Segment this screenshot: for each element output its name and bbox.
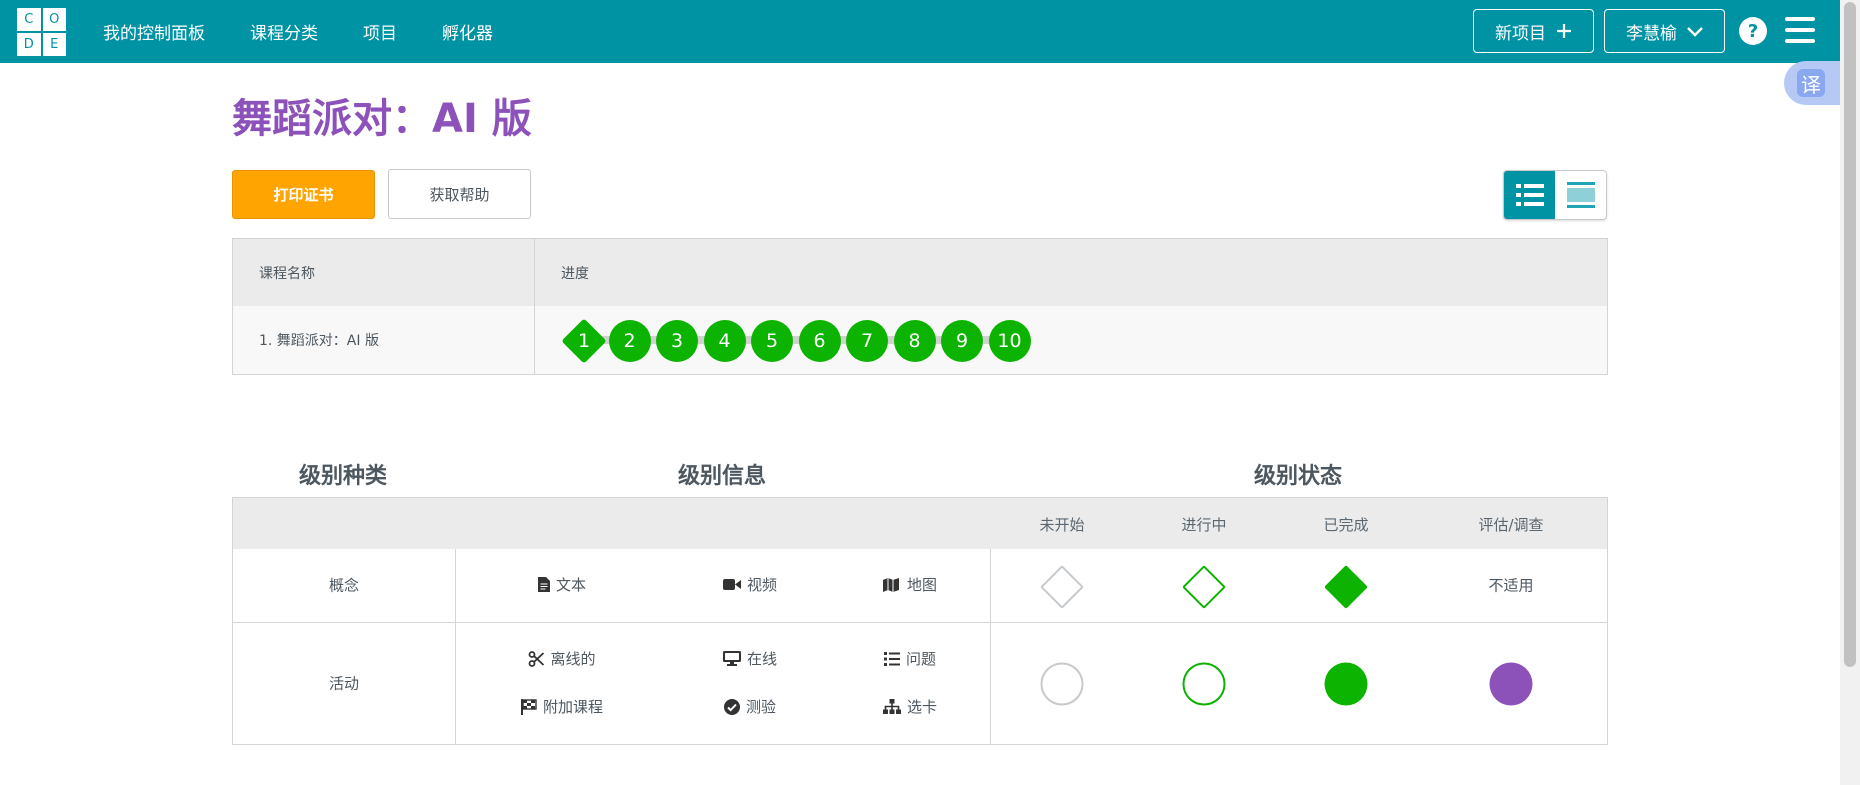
main-nav: 我的控制面板 课程分类 项目 孵化器 <box>103 0 538 63</box>
level-info-online: 在线 <box>722 648 777 669</box>
logo-letter: C <box>17 8 41 31</box>
summary-view-button[interactable] <box>1555 171 1606 219</box>
flag-checkered-icon <box>520 698 537 715</box>
level-number: 1 <box>577 330 591 352</box>
level-bubble-1[interactable]: 1 <box>561 318 607 364</box>
translate-widget[interactable]: 译 <box>1784 61 1840 105</box>
translate-icon: 译 <box>1797 69 1825 97</box>
level-info-choice: 选卡 <box>882 696 937 717</box>
level-info-text: 文本 <box>537 574 586 595</box>
scrollbar-thumb[interactable] <box>1844 2 1856 667</box>
print-certificate-button[interactable]: 打印证书 <box>232 170 375 219</box>
level-info-question: 问题 <box>883 648 936 669</box>
plus-icon <box>1557 24 1571 38</box>
hamburger-menu-icon[interactable] <box>1785 17 1815 43</box>
nav-link-incubator[interactable]: 孵化器 <box>442 19 493 44</box>
list-icon <box>883 651 900 666</box>
top-navigation-bar: C O D E 我的控制面板 课程分类 项目 孵化器 新项目 李慧榆 ? <box>0 0 1840 63</box>
lesson-name[interactable]: 1. 舞蹈派对：AI 版 <box>233 306 535 374</box>
nav-link-course-catalog[interactable]: 课程分类 <box>250 19 318 44</box>
vertical-scrollbar[interactable] <box>1840 0 1860 785</box>
logo-letter: E <box>42 33 66 56</box>
table-header-row: 课程名称 进度 <box>233 239 1607 306</box>
activity-assessment-circle <box>1489 662 1533 706</box>
concept-completed-diamond <box>1324 565 1368 609</box>
lesson-progress-cell: 1 2 3 4 5 6 7 8 9 10 <box>535 306 1607 374</box>
new-project-button[interactable]: 新项目 <box>1473 9 1594 53</box>
list-summary-icon <box>1566 182 1595 208</box>
logo-letter: O <box>42 8 66 31</box>
chevron-down-icon <box>1687 27 1703 37</box>
nav-link-projects[interactable]: 项目 <box>363 19 397 44</box>
logo-letter: D <box>17 33 41 56</box>
level-info-quiz: 测验 <box>723 696 776 717</box>
table-row: 1. 舞蹈派对：AI 版 1 2 3 4 5 6 7 8 9 10 <box>233 306 1607 374</box>
level-info-video: 视频 <box>722 574 777 595</box>
video-icon <box>722 579 741 590</box>
document-icon <box>537 577 550 592</box>
level-bubble-10[interactable]: 10 <box>988 320 1031 362</box>
level-info-bonus: 附加课程 <box>520 696 603 717</box>
level-legend-table: 未开始 进行中 已完成 评估/调查 概念 文本 视频 地图 不适用 活动 离线的… <box>232 497 1608 745</box>
level-bubble-5[interactable]: 5 <box>751 320 793 362</box>
status-in-progress: 进行中 <box>1181 516 1227 534</box>
level-bubble-9[interactable]: 9 <box>941 320 983 362</box>
map-icon <box>882 577 899 592</box>
view-toggle <box>1503 170 1607 220</box>
user-name: 李慧榆 <box>1626 23 1677 44</box>
level-bubble-6[interactable]: 6 <box>798 320 841 362</box>
new-project-label: 新项目 <box>1495 23 1546 44</box>
level-info-unplugged: 离线的 <box>528 648 596 669</box>
level-bubble-3[interactable]: 3 <box>656 320 698 362</box>
help-icon[interactable]: ? <box>1739 17 1767 45</box>
concept-assessment-na: 不适用 <box>1488 576 1534 595</box>
divider <box>455 549 456 745</box>
concept-not-started-diamond <box>1040 565 1084 609</box>
activity-in-progress-circle <box>1182 662 1226 706</box>
activity-not-started-circle <box>1040 662 1084 706</box>
check-circle-icon <box>723 698 740 715</box>
status-not-started: 未开始 <box>1039 516 1085 534</box>
nav-link-dashboard[interactable]: 我的控制面板 <box>103 19 205 44</box>
page-title: 舞蹈派对：AI 版 <box>232 96 532 142</box>
legend-heading-level-type: 级别种类 <box>299 464 388 489</box>
legend-heading-level-status: 级别状态 <box>1254 464 1343 489</box>
level-bubble-4[interactable]: 4 <box>703 320 746 362</box>
lesson-progress-table: 课程名称 进度 1. 舞蹈派对：AI 版 1 2 3 4 5 6 7 8 9 10 <box>232 238 1608 375</box>
legend-heading-level-info: 级别信息 <box>678 464 767 489</box>
divider <box>233 622 1607 623</box>
scissors-icon <box>528 650 545 667</box>
detail-view-button[interactable] <box>1504 171 1555 219</box>
level-type-activity: 活动 <box>328 674 360 693</box>
level-type-concept: 概念 <box>328 576 360 595</box>
desktop-icon <box>722 651 741 666</box>
code-org-logo[interactable]: C O D E <box>17 8 66 56</box>
concept-in-progress-diamond <box>1182 565 1226 609</box>
sitemap-icon <box>882 699 901 714</box>
level-info-map: 地图 <box>882 574 937 595</box>
level-bubble-2[interactable]: 2 <box>608 320 651 362</box>
level-bubble-7[interactable]: 7 <box>846 320 888 362</box>
status-completed: 已完成 <box>1323 516 1369 534</box>
level-bubble-8[interactable]: 8 <box>893 320 936 362</box>
column-header-progress: 进度 <box>561 265 589 282</box>
progress-bubbles: 1 2 3 4 5 6 7 8 9 10 <box>561 318 1031 364</box>
list-detail-icon <box>1515 184 1544 206</box>
activity-completed-circle <box>1324 662 1368 706</box>
get-help-button[interactable]: 获取帮助 <box>388 169 531 219</box>
column-header-lesson: 课程名称 <box>233 239 535 306</box>
user-menu-button[interactable]: 李慧榆 <box>1604 9 1725 53</box>
status-assessment: 评估/调查 <box>1478 516 1544 534</box>
legend-header-row: 未开始 进行中 已完成 评估/调查 <box>233 498 1607 549</box>
divider <box>990 549 991 745</box>
